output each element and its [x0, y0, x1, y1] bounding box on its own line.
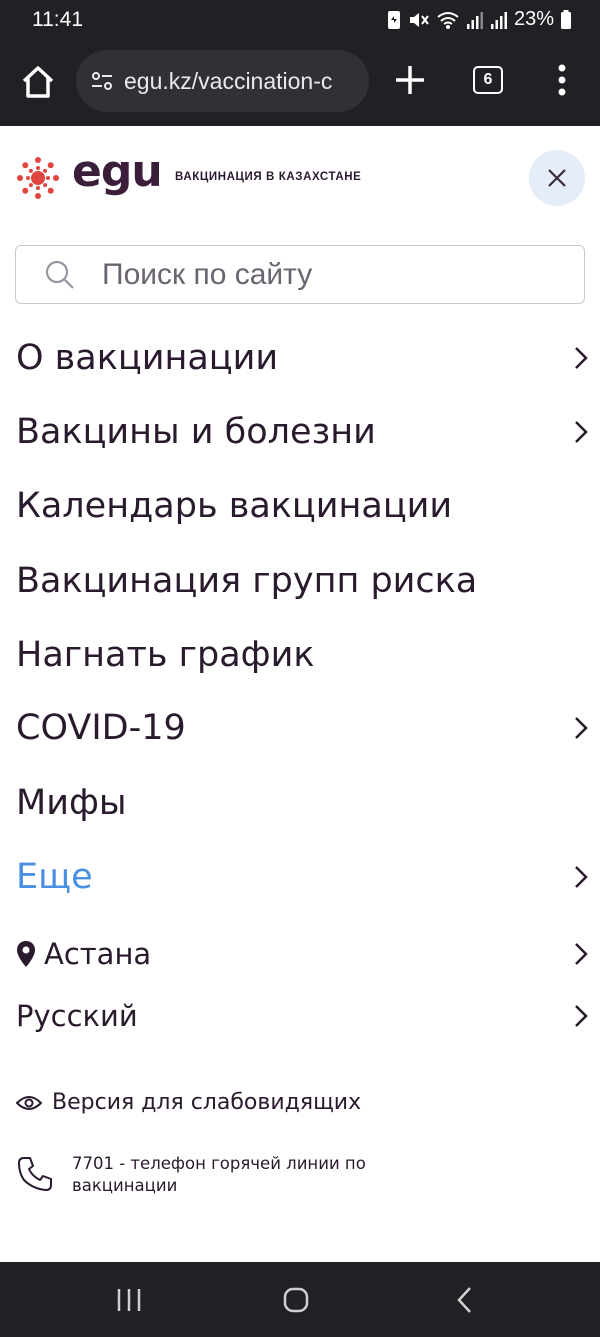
tab-switcher-button[interactable]: 6: [473, 66, 503, 94]
wifi-icon: [437, 11, 459, 29]
language-label: Русский: [16, 999, 138, 1033]
chevron-right-icon: [575, 943, 588, 965]
menu-item-covid[interactable]: COVID-19: [16, 707, 590, 749]
home-nav-icon[interactable]: [280, 1284, 312, 1316]
hotline-link[interactable]: 7701 - телефон горячей линии по вакцинац…: [16, 1153, 392, 1197]
menu-item-more[interactable]: Еще: [16, 856, 590, 898]
menu-item-label: Календарь вакцинации: [16, 486, 453, 526]
menu-item-label: Еще: [16, 857, 93, 897]
language-selector[interactable]: Русский: [16, 997, 590, 1035]
city-label: Астана: [44, 937, 152, 971]
chevron-right-icon: [575, 866, 588, 888]
menu-item-label: Вакцины и болезни: [16, 412, 376, 452]
browser-toolbar: egu.kz/vaccination-c 6: [0, 40, 600, 166]
status-time: 11:41: [32, 8, 83, 31]
new-tab-icon[interactable]: [392, 62, 428, 98]
menu-item-label: COVID-19: [16, 708, 186, 748]
egu-logo-icon[interactable]: [14, 154, 62, 202]
menu-item-risk-groups[interactable]: Вакцинация групп риска: [16, 560, 590, 602]
menu-item-label: О вакцинации: [16, 338, 279, 378]
signal-icon: [466, 11, 483, 29]
hotline-text: 7701 - телефон горячей линии по вакцинац…: [72, 1154, 366, 1195]
search-box[interactable]: [15, 245, 585, 304]
menu-item-vaccination-calendar[interactable]: Календарь вакцинации: [16, 485, 590, 527]
close-menu-button[interactable]: [529, 150, 585, 206]
low-vision-version-link[interactable]: Версия для слабовидящих: [16, 1090, 361, 1115]
low-vision-label: Версия для слабовидящих: [52, 1090, 362, 1115]
chevron-right-icon: [575, 717, 588, 739]
menu-item-label: Мифы: [16, 783, 127, 823]
menu-item-label: Вакцинация групп риска: [16, 561, 478, 601]
search-icon: [45, 260, 74, 289]
search-input[interactable]: [102, 255, 562, 295]
battery-percent: 23%: [513, 8, 554, 30]
url-text: egu.kz/vaccination-c: [124, 67, 333, 94]
site-header: egu ВАКЦИНАЦИЯ В КАЗАХСТАНЕ: [0, 126, 600, 230]
location-pin-icon: [17, 941, 35, 967]
sync-icon: [387, 10, 400, 29]
battery-icon: [561, 9, 571, 29]
system-nav-bar: [0, 1262, 600, 1337]
menu-item-label: Нагнать график: [16, 635, 315, 675]
signal-icon-2: [490, 11, 507, 29]
logo-tagline: ВАКЦИНАЦИЯ В КАЗАХСТАНЕ: [175, 171, 362, 183]
eye-icon: [16, 1095, 42, 1110]
status-bar: 11:41 23%: [0, 0, 600, 40]
menu-item-catch-up[interactable]: Нагнать график: [16, 634, 590, 676]
status-icons: 23%: [386, 8, 572, 31]
menu-item-vaccines-diseases[interactable]: Вакцины и болезни: [16, 411, 590, 453]
phone-icon: [18, 1157, 52, 1191]
menu-item-about-vaccination[interactable]: О вакцинации: [16, 337, 590, 379]
address-bar[interactable]: egu.kz/vaccination-c: [76, 50, 369, 112]
city-selector[interactable]: Астана: [16, 935, 590, 973]
menu-item-myths[interactable]: Мифы: [16, 782, 590, 824]
chevron-right-icon: [575, 421, 588, 443]
logo-text[interactable]: egu: [72, 146, 163, 197]
more-options-icon[interactable]: [548, 60, 576, 100]
close-icon: [548, 169, 566, 187]
site-settings-icon[interactable]: [88, 67, 116, 95]
back-icon[interactable]: [450, 1284, 482, 1316]
tab-count: 6: [483, 71, 493, 88]
recent-apps-icon[interactable]: [113, 1284, 145, 1316]
home-icon[interactable]: [18, 62, 58, 102]
chevron-right-icon: [575, 347, 588, 369]
mute-icon: [409, 12, 429, 27]
city-row: Астана: [16, 937, 151, 971]
chevron-right-icon: [575, 1005, 588, 1027]
